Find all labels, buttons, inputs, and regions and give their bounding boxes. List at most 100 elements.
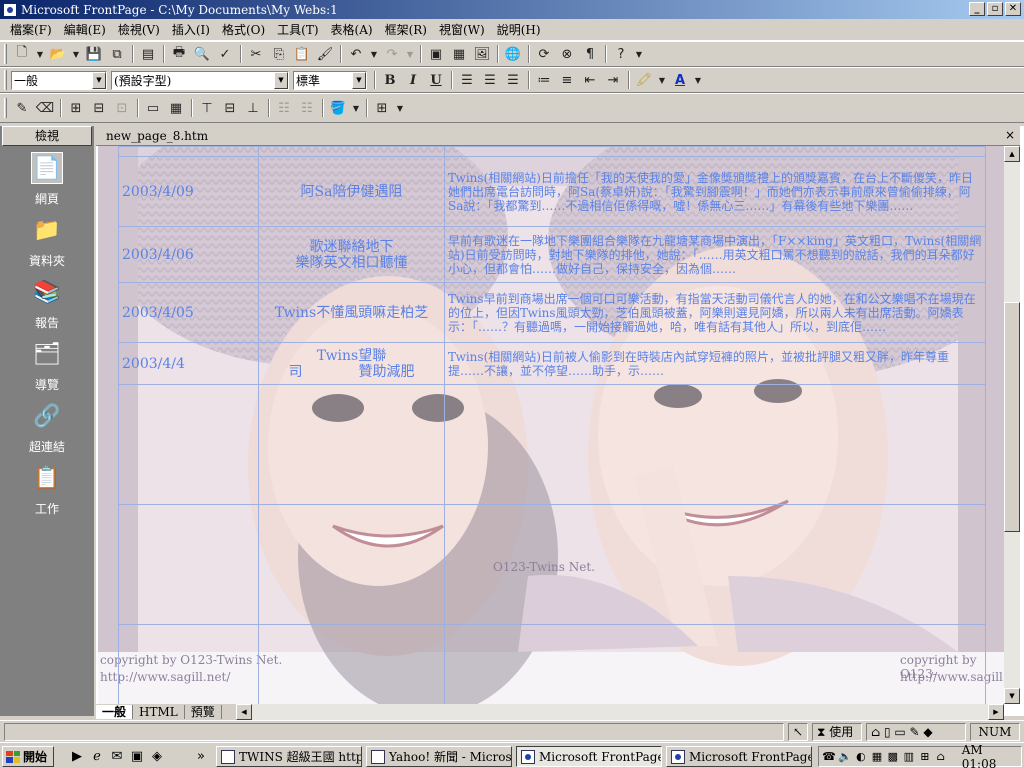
quicklaunch-icon[interactable]: ◈ [148, 748, 166, 766]
tab-html[interactable]: HTML [133, 705, 185, 719]
publish-icon[interactable]: ⧉ [106, 44, 128, 64]
news-date[interactable]: 2003/4/05 [118, 282, 259, 343]
tab-preview[interactable]: 預覽 [185, 705, 222, 719]
scroll-down-icon[interactable]: ▼ [1004, 688, 1020, 704]
task-yahoo[interactable]: Yahoo! 新聞 - Microso... [366, 746, 512, 767]
tray-icon[interactable]: ▥ [902, 750, 916, 764]
align-top-icon[interactable]: ⊤ [196, 98, 218, 118]
task-frontpage-1[interactable]: Microsoft FrontPage - ... [516, 746, 662, 767]
spelling-icon[interactable]: ✓ [214, 44, 236, 64]
media-player-icon[interactable]: ▶ [68, 748, 86, 766]
start-button[interactable]: 開始 [2, 746, 54, 767]
fill-color-icon[interactable]: 🪣 [327, 98, 349, 118]
table-cell[interactable] [444, 504, 986, 625]
font-select[interactable]: (預設字型) ▼ [111, 70, 289, 90]
stop-icon[interactable]: ⊗ [556, 44, 578, 64]
help-dropdown-icon[interactable]: ▼ [633, 44, 645, 64]
view-reports[interactable]: 📚 報告 [4, 276, 90, 336]
close-document-icon[interactable]: × [1002, 127, 1018, 143]
show-all-icon[interactable]: ¶ [579, 44, 601, 64]
distribute-rows-icon[interactable]: ☷ [273, 98, 295, 118]
outlook-icon[interactable]: ✉ [108, 748, 126, 766]
chevron-down-icon[interactable]: ▼ [92, 71, 106, 89]
desktop-icon[interactable]: ▣ [128, 748, 146, 766]
table-cell[interactable] [258, 504, 445, 625]
insert-cell-icon[interactable]: ⊡ [111, 98, 133, 118]
document-tab[interactable]: new_page_8.htm [96, 126, 1020, 146]
table-cell[interactable] [444, 624, 986, 704]
table-cell[interactable] [258, 146, 445, 157]
merge-cells-icon[interactable]: ▭ [142, 98, 164, 118]
italic-button[interactable]: I [402, 70, 424, 90]
tab-normal[interactable]: 一般 [96, 705, 134, 719]
table-dropdown-icon[interactable]: ▼ [394, 98, 406, 118]
chevron-down-icon[interactable]: ▼ [274, 71, 288, 89]
chevron-down-icon[interactable]: ▼ [352, 71, 366, 89]
tray-icon[interactable]: ◐ [854, 750, 868, 764]
menu-edit[interactable]: 編輯(E) [58, 21, 112, 38]
news-date[interactable]: 2003/4/09 [118, 156, 259, 227]
table-cell[interactable] [444, 146, 986, 157]
insert-columns-icon[interactable]: ⊟ [88, 98, 110, 118]
insert-component-icon[interactable]: ▣ [425, 44, 447, 64]
menu-view[interactable]: 檢視(V) [112, 21, 166, 38]
table-cell[interactable] [118, 504, 259, 625]
split-cells-icon[interactable]: ▦ [165, 98, 187, 118]
help-icon[interactable]: ? [610, 44, 632, 64]
news-body[interactable]: Twins早前到商場出席一個可口可樂活動，有指當天活動司儀代言人的她，在和公文樂… [444, 282, 986, 343]
view-tasks[interactable]: 📋 工作 [4, 462, 90, 522]
insert-picture-icon[interactable]: 🖼 [471, 44, 493, 64]
open-folder-icon[interactable]: 📂 [47, 44, 69, 64]
fill-color-dropdown-icon[interactable]: ▼ [350, 98, 362, 118]
menu-insert[interactable]: 插入(I) [166, 21, 216, 38]
font-color-dropdown-icon[interactable]: ▼ [692, 70, 704, 90]
clock[interactable]: AM 01:08 [962, 743, 1021, 768]
tray-icon[interactable]: ▦ [870, 750, 884, 764]
hyperlink-icon[interactable]: 🌐 [502, 44, 524, 64]
view-hyperlinks[interactable]: 🔗 超連結 [4, 400, 90, 460]
distribute-columns-icon[interactable]: ☷ [296, 98, 318, 118]
align-left-icon[interactable]: ☰ [456, 70, 478, 90]
horizontal-scrollbar[interactable]: ◀ ▶ [236, 704, 1004, 720]
menu-tools[interactable]: 工具(T) [271, 21, 324, 38]
scroll-up-icon[interactable]: ▲ [1004, 146, 1020, 162]
news-date[interactable]: 2003/4/06 [118, 226, 259, 283]
table-cell[interactable] [444, 384, 986, 505]
table-autofit-icon[interactable]: ⊞ [371, 98, 393, 118]
paste-icon[interactable]: 📋 [291, 44, 313, 64]
toolbar-grip[interactable] [4, 70, 7, 90]
news-body[interactable]: 早前有歌迷在一隊地下樂團組合樂隊在九龍塘某商場中演出，「F××king」英文粗口… [444, 226, 986, 283]
menu-format[interactable]: 格式(O) [216, 21, 271, 38]
table-cell[interactable] [118, 624, 259, 704]
copy-icon[interactable]: ⎘ [268, 44, 290, 64]
increase-indent-icon[interactable]: ⇥ [602, 70, 624, 90]
minimize-button[interactable]: _ [969, 2, 985, 16]
undo-icon[interactable]: ↶ [345, 44, 367, 64]
refresh-icon[interactable]: ⟳ [533, 44, 555, 64]
folder-list-icon[interactable]: ▤ [137, 44, 159, 64]
redo-icon[interactable]: ↷ [381, 44, 403, 64]
task-twins[interactable]: TWINS 超級王國 http:... [216, 746, 362, 767]
open-dropdown-icon[interactable]: ▼ [70, 44, 82, 64]
print-icon[interactable]: 🖶 [168, 44, 190, 64]
print-preview-icon[interactable]: 🔍 [191, 44, 213, 64]
toolbar-grip[interactable] [4, 44, 7, 64]
view-page[interactable]: 📄 網頁 [4, 152, 90, 212]
menu-file[interactable]: 檔案(F) [4, 21, 58, 38]
bold-button[interactable]: B [379, 70, 401, 90]
font-size-select[interactable]: 標準 ▼ [293, 70, 367, 90]
scroll-left-icon[interactable]: ◀ [236, 704, 252, 720]
network-icon[interactable]: ☎ [822, 750, 836, 764]
table-cell[interactable] [258, 624, 445, 704]
tray-icon[interactable]: ⌂ [934, 750, 948, 764]
table-cell[interactable] [118, 146, 259, 157]
news-title[interactable]: Twins不懂風頭嘛走柏芝 [258, 282, 445, 343]
view-folders[interactable]: 📁 資料夾 [4, 214, 90, 274]
insert-table-icon[interactable]: ▦ [448, 44, 470, 64]
bulleted-list-icon[interactable]: ≡ [556, 70, 578, 90]
new-dropdown-icon[interactable]: ▼ [34, 44, 46, 64]
tray-icon[interactable]: ▩ [886, 750, 900, 764]
news-body[interactable]: Twins(相關網站)日前被人偷影到在時裝店內試穿短褲的照片，並被批評腿又粗又胖… [444, 342, 986, 385]
draw-table-icon[interactable]: ✎ [11, 98, 33, 118]
tray-icon[interactable]: ⊞ [918, 750, 932, 764]
